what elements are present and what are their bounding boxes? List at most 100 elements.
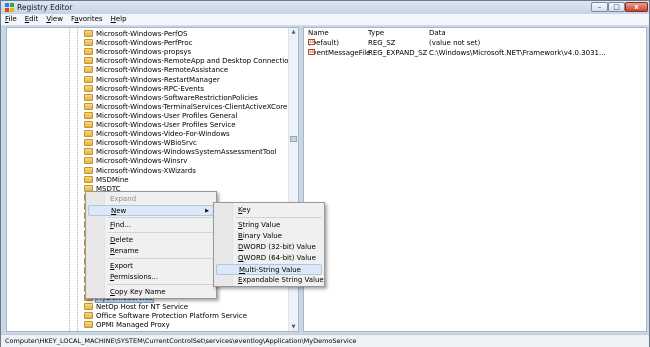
tree-key-item[interactable]: OPMI Managed Proxy — [84, 321, 170, 330]
registry-editor-app-icon — [5, 3, 14, 12]
context-menu-item-permissions[interactable]: Permissions... — [88, 272, 214, 283]
tree-key-label: Microsoft-Windows-RemoteApp and Desktop … — [96, 57, 297, 66]
menu-item-label: Permissions... — [110, 273, 159, 281]
tree-key-label: MSDMine — [96, 175, 129, 184]
folder-icon — [84, 84, 93, 92]
folder-icon — [84, 312, 93, 320]
menu-item-label: Binary Value — [238, 232, 282, 240]
tree-key-item[interactable]: Microsoft-Windows-RemoteApp and Desktop … — [84, 57, 297, 66]
tree-key-label: Microsoft-Windows-User Profiles General — [96, 111, 238, 120]
menu-item-label: Key — [238, 206, 251, 214]
context-menu-item-copy-key-name[interactable]: Copy Key Name — [88, 287, 214, 298]
menu-item-label: Rename — [110, 247, 139, 255]
scroll-down-icon[interactable]: ▼ — [289, 323, 298, 331]
folder-icon — [84, 66, 93, 74]
tree-key-item[interactable]: Microsoft-Windows-PerfOS — [84, 30, 187, 39]
tree-key-item[interactable]: MSDMine — [84, 175, 129, 185]
new-submenu: Key String Value Binary Value DWORD (32-bit… — [213, 202, 325, 287]
menu-bar: File Edit View Favorites Help — [1, 14, 649, 26]
context-menu-item-expand: Expand — [88, 194, 214, 205]
value-name-cell: ab (Default) — [308, 39, 339, 48]
folder-icon — [84, 48, 93, 56]
column-header-type[interactable]: Type — [368, 29, 384, 37]
context-menu-item-new[interactable]: New ▶ — [88, 205, 214, 216]
folder-icon — [84, 321, 93, 329]
folder-icon — [84, 30, 93, 37]
context-menu-item-find[interactable]: Find... — [88, 220, 214, 231]
tree-key-item[interactable]: Microsoft-Windows-WindowsSystemAssessmen… — [84, 148, 277, 157]
menu-edit[interactable]: Edit — [21, 14, 43, 25]
menu-help[interactable]: Help — [107, 14, 131, 25]
tree-key-item[interactable]: NetOp Host for NT Service — [84, 303, 188, 312]
menu-separator — [108, 258, 214, 259]
maximize-button[interactable]: □ — [608, 2, 625, 12]
tree-key-label: Microsoft-Windows-PerfOS — [96, 30, 188, 38]
registry-value-row[interactable]: ab EventMessageFile REG_EXPAND_SZ C:\Window… — [304, 49, 646, 58]
window-title: Registry Editor — [17, 3, 73, 12]
column-header-data[interactable]: Data — [429, 29, 446, 37]
submenu-item-multi-string-value[interactable]: Multi-String Value — [216, 264, 322, 275]
registry-editor-window: Registry Editor – □ x File Edit View Favori… — [0, 0, 650, 347]
tree-key-label: NetOp Host for NT Service — [96, 303, 189, 311]
scroll-up-icon[interactable]: ▲ — [289, 28, 298, 36]
folder-icon — [84, 130, 93, 138]
scrollbar-thumb[interactable] — [290, 136, 297, 142]
tree-key-label: Microsoft-Windows-propsys — [96, 48, 192, 57]
tree-key-item[interactable]: Microsoft-Windows-XWizards — [84, 166, 196, 176]
menu-favorites[interactable]: Favorites — [67, 14, 107, 25]
submenu-item-key[interactable]: Key — [216, 205, 322, 216]
menu-item-label: String Value — [238, 221, 281, 229]
submenu-item-qword-64-bit-value[interactable]: QWORD (64-bit) Value — [216, 253, 322, 264]
tree-key-item[interactable]: Microsoft-Windows-SoftwareRestrictionPol… — [84, 93, 258, 103]
tree-key-label: Office Software Protection Platform Serv… — [96, 312, 247, 321]
submenu-item-binary-value[interactable]: Binary Value — [216, 231, 322, 242]
folder-icon — [84, 111, 93, 119]
tree-key-item[interactable]: Microsoft-Windows-RPC-Events — [84, 84, 204, 94]
submenu-item-string-value[interactable]: String Value — [216, 220, 322, 231]
folder-icon — [84, 39, 93, 47]
tree-key-item[interactable]: Microsoft-Windows-Video-For-Windows — [84, 130, 230, 139]
title-bar[interactable]: Registry Editor – □ x — [1, 1, 649, 14]
tree-key-item[interactable]: Office Software Protection Platform Serv… — [84, 312, 247, 321]
tree-key-item[interactable]: Microsoft-Windows-RemoteAssistance — [84, 66, 228, 75]
context-menu-item-delete[interactable]: Delete — [88, 235, 214, 246]
ab-string-icon: ab — [308, 39, 315, 45]
ab-string-icon: ab — [308, 49, 315, 55]
tree-key-label: Microsoft-Windows-XWizards — [96, 166, 196, 175]
menu-item-label: DWORD (32-bit) Value — [238, 243, 316, 251]
tree-key-item[interactable]: Microsoft-Windows-PerfProc — [84, 39, 192, 48]
tree-key-item[interactable]: Microsoft-Windows-User Profiles Service — [84, 121, 236, 130]
menu-item-label: Export — [110, 262, 133, 270]
column-header-name[interactable]: Name — [308, 29, 329, 37]
menu-item-label: Multi-String Value — [239, 266, 301, 274]
folder-icon — [84, 157, 93, 165]
folder-icon — [84, 102, 93, 110]
values-pane[interactable]: Name Type Data ab (Default) REG_SZ (value n… — [303, 27, 647, 332]
menu-file[interactable]: File — [1, 14, 21, 25]
registry-value-row[interactable]: ab (Default) REG_SZ (value not set) — [304, 39, 646, 48]
minimize-button[interactable]: – — [591, 2, 608, 12]
close-button[interactable]: x — [625, 2, 648, 12]
value-data: C:\Windows\Microsoft.NET\Framework\v4.0.… — [429, 49, 606, 57]
tree-key-item[interactable]: Microsoft-Windows-RestartManager — [84, 75, 220, 85]
tree-guide-line — [69, 28, 70, 331]
tree-key-item[interactable]: Microsoft-Windows-User Profiles General — [84, 111, 238, 121]
context-menu-item-rename[interactable]: Rename — [88, 246, 214, 257]
tree-key-item[interactable]: Microsoft-Windows-WBioSrvc — [84, 139, 197, 148]
menu-view[interactable]: View — [42, 14, 67, 25]
tree-key-item[interactable]: Microsoft-Windows-Winsrv — [84, 157, 187, 166]
menu-separator — [236, 217, 322, 218]
menu-item-label: Copy Key Name — [110, 288, 166, 296]
folder-icon — [84, 303, 93, 310]
submenu-item-dword-32-bit-value[interactable]: DWORD (32-bit) Value — [216, 242, 322, 253]
value-data: (value not set) — [429, 39, 481, 47]
tree-key-item[interactable]: Microsoft-Windows-propsys — [84, 48, 191, 57]
folder-icon — [84, 139, 93, 147]
values-column-headers: Name Type Data — [304, 28, 646, 38]
tree-key-label: Microsoft-Windows-RestartManager — [96, 75, 220, 84]
tree-key-label: Microsoft-Windows-SoftwareRestrictionPol… — [96, 93, 258, 102]
context-menu-item-export[interactable]: Export — [88, 261, 214, 272]
submenu-item-expandable-string-value[interactable]: Expandable String Value — [216, 275, 324, 286]
tree-key-item[interactable]: Microsoft-Windows-TerminalServices-Clien… — [84, 102, 288, 112]
tree-key-label: Microsoft-Windows-TerminalServices-Clien… — [96, 102, 288, 111]
